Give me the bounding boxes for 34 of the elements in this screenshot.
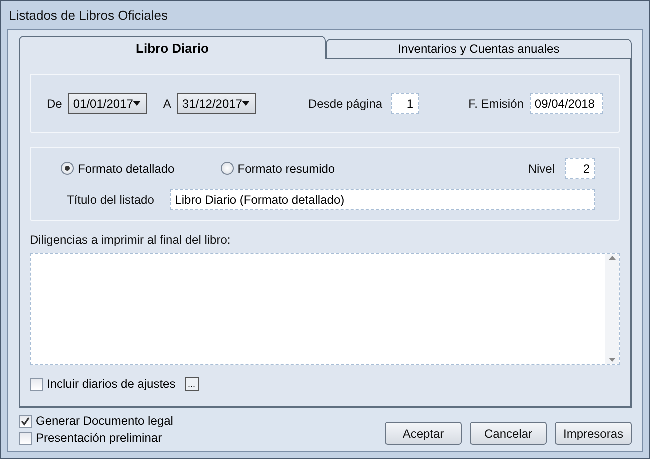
browse-button[interactable]: ... <box>184 377 199 391</box>
dialog-button[interactable]: Impresoras <box>555 422 632 445</box>
radio-button[interactable]: Formato resumido <box>220 162 336 176</box>
from-date-dropdown[interactable]: 01/01/2017 <box>68 93 148 114</box>
scroll-up-icon[interactable] <box>608 256 616 260</box>
to-label: A <box>163 96 172 110</box>
window-title: Listados de Libros Oficiales <box>9 8 168 22</box>
notes-label: Diligencias a imprimir al final del libro: <box>30 233 232 247</box>
checkbox-icon[interactable] <box>30 378 43 390</box>
level-label: Nivel <box>528 162 555 176</box>
from-label: De <box>47 96 62 110</box>
page-label: Desde página <box>308 96 383 110</box>
tab[interactable]: Libro Diario <box>19 36 326 59</box>
date-field[interactable]: 09/04/2018 <box>530 93 603 114</box>
caret-icon <box>242 101 250 106</box>
title-field[interactable]: Libro Diario (Formato detallado) <box>170 189 595 210</box>
scroll-down-icon[interactable] <box>608 358 616 362</box>
scrollbar[interactable] <box>605 254 619 364</box>
tab[interactable]: Inventarios y Cuentas anuales <box>326 39 632 59</box>
to-date-dropdown[interactable]: 31/12/2017 <box>177 93 256 114</box>
radio-button[interactable]: Formato detallado <box>61 162 175 176</box>
date-label: F. Emisión <box>468 96 524 110</box>
notes-field[interactable] <box>30 253 620 365</box>
caret-icon <box>133 101 142 106</box>
title-label: Título del listado <box>67 192 156 206</box>
checkbox[interactable]: Generar Documento legal <box>19 414 174 428</box>
checkbox-icon[interactable] <box>19 414 32 428</box>
page-field[interactable]: 1 <box>390 93 419 114</box>
checkbox-icon[interactable] <box>19 432 32 444</box>
dialog-button[interactable]: Aceptar <box>385 422 462 445</box>
checkbox[interactable]: Incluir diarios de ajustes <box>30 377 176 391</box>
level-field[interactable]: 2 <box>565 158 595 179</box>
dialog-button[interactable]: Cancelar <box>470 422 547 445</box>
checkbox[interactable]: Presentación preliminar <box>19 431 174 445</box>
